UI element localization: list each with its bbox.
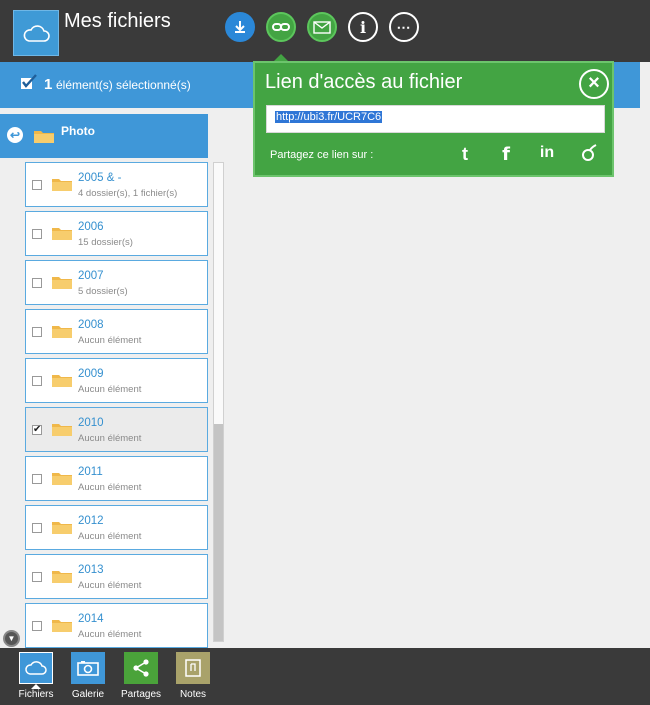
item-checkbox[interactable] (32, 180, 42, 190)
active-nav-indicator (31, 684, 41, 689)
nav-item-fichiers[interactable]: Fichiers (10, 652, 62, 700)
item-info: 4 dossier(s), 1 fichier(s) (78, 188, 178, 199)
nav-label: Partages (120, 689, 162, 700)
link-button[interactable] (266, 12, 296, 42)
folder-icon (51, 617, 73, 638)
selection-count: 1 (44, 76, 53, 93)
list-item[interactable]: 2011 Aucun élément (25, 456, 208, 501)
collapse-button[interactable]: ▼ (3, 630, 20, 647)
more-icon: ⋯ (396, 18, 412, 35)
twitter-icon[interactable]: t (454, 144, 476, 165)
list-item[interactable]: ✔ 2010 Aucun élément (25, 407, 208, 452)
item-checkbox[interactable] (32, 523, 42, 533)
mail-icon (313, 20, 331, 34)
item-name: 2013 (78, 564, 104, 576)
linkedin-icon[interactable]: in (536, 144, 558, 162)
cloud-icon (19, 652, 53, 684)
item-checkbox[interactable] (32, 229, 42, 239)
facebook-icon[interactable]: f (495, 144, 517, 165)
list-item[interactable]: 2009 Aucun élément (25, 358, 208, 403)
item-name: 2010 (78, 417, 104, 429)
item-name: 2014 (78, 613, 104, 625)
download-button[interactable] (225, 12, 255, 42)
item-checkbox[interactable] (32, 376, 42, 386)
link-popup: Lien d'accès au fichier × http://ubi3.fr… (253, 61, 614, 177)
info-icon: i (359, 17, 367, 37)
item-name: 2011 (78, 466, 103, 478)
list-item[interactable]: 2014 Aucun élément (25, 603, 208, 648)
link-url-text: http://ubi3.fr/UCR7C6 (275, 111, 383, 123)
item-info: Aucun élément (78, 433, 142, 444)
item-name: 2009 (78, 368, 104, 380)
bottom-nav: Fichiers Galerie Partages Notes (0, 648, 650, 705)
more-button[interactable]: ⋯ (389, 12, 419, 42)
current-folder-name: Photo (61, 124, 95, 138)
nav-item-partages[interactable]: Partages (115, 652, 167, 700)
close-button[interactable]: × (579, 69, 609, 99)
item-checkbox[interactable] (32, 278, 42, 288)
list-item[interactable]: 2005 & - 4 dossier(s), 1 fichier(s) (25, 162, 208, 207)
item-info: 5 dossier(s) (78, 286, 128, 297)
nav-item-galerie[interactable]: Galerie (62, 652, 114, 700)
item-name: 2007 (78, 270, 104, 282)
item-name: 2008 (78, 319, 104, 331)
nav-item-notes[interactable]: Notes (167, 652, 219, 700)
item-info: 15 dossier(s) (78, 237, 133, 248)
item-checkbox[interactable] (32, 572, 42, 582)
share-label: Partagez ce lien sur : (270, 149, 374, 161)
item-checkbox[interactable]: ✔ (32, 425, 42, 435)
folder-icon (51, 519, 73, 540)
folder-icon (51, 323, 73, 344)
item-info: Aucun élément (78, 629, 142, 640)
list-item[interactable]: 2013 Aucun élément (25, 554, 208, 599)
item-info: Aucun élément (78, 384, 142, 395)
nav-label: Galerie (71, 689, 105, 700)
link-icon (272, 23, 290, 31)
folder-icon (51, 372, 73, 393)
cloud-icon[interactable] (13, 10, 59, 56)
item-name: 2005 & - (78, 172, 122, 184)
item-info: Aucun élément (78, 580, 142, 591)
back-button[interactable]: ↩ (7, 127, 23, 143)
list-item[interactable]: 2007 5 dossier(s) (25, 260, 208, 305)
info-button[interactable]: i (348, 12, 378, 42)
camera-icon (71, 652, 105, 684)
link-url-field[interactable]: http://ubi3.fr/UCR7C6 (266, 105, 605, 133)
nav-label: Notes (179, 689, 207, 700)
item-info: Aucun élément (78, 482, 142, 493)
item-name: 2006 (78, 221, 104, 233)
item-checkbox[interactable] (32, 474, 42, 484)
scrollbar-thumb[interactable] (214, 424, 223, 641)
top-bar: Mes fichiers i ⋯ (0, 0, 650, 62)
list-item[interactable]: 2008 Aucun élément (25, 309, 208, 354)
folder-icon (51, 568, 73, 589)
item-name: 2012 (78, 515, 104, 527)
folder-icon (51, 470, 73, 491)
folder-header: ↩ Photo (0, 114, 208, 158)
item-info: Aucun élément (78, 335, 142, 346)
folder-icon (51, 421, 73, 442)
checkbox-icon[interactable] (20, 74, 38, 95)
item-checkbox[interactable] (32, 327, 42, 337)
share-icon (124, 652, 158, 684)
folder-icon (51, 176, 73, 197)
email-button[interactable] (307, 12, 337, 42)
popup-title: Lien d'accès au fichier (265, 71, 463, 93)
selection-text: élément(s) sélectionné(s) (56, 78, 191, 92)
folder-icon (33, 128, 55, 149)
viadeo-icon[interactable] (578, 144, 600, 167)
item-info: Aucun élément (78, 531, 142, 542)
notes-icon (176, 652, 210, 684)
app-title: Mes fichiers (64, 10, 171, 32)
close-icon: × (588, 72, 600, 94)
download-icon (235, 21, 245, 33)
folder-icon (51, 274, 73, 295)
item-checkbox[interactable] (32, 621, 42, 631)
list-item[interactable]: 2006 15 dossier(s) (25, 211, 208, 256)
nav-label: Fichiers (18, 689, 54, 700)
folder-icon (51, 225, 73, 246)
list-item[interactable]: 2012 Aucun élément (25, 505, 208, 550)
